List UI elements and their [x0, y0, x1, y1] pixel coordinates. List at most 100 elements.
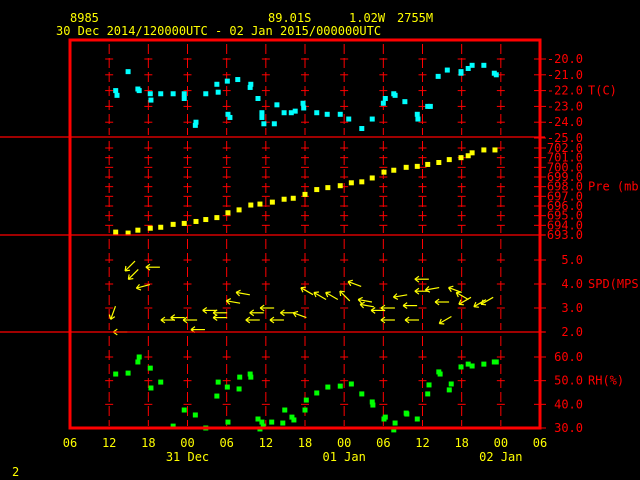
meteogram-chart: 8985 89.01S 1.02W 2755M 30 Dec 2014/1200… — [0, 11, 640, 479]
wind-arrow — [145, 263, 160, 271]
temperature-point — [414, 111, 420, 117]
temperature-point — [402, 99, 408, 105]
wind-arrow — [392, 293, 408, 300]
temperature-point — [324, 111, 330, 117]
temperature-point — [214, 81, 220, 87]
x-tick-label: 12 — [415, 436, 429, 450]
temperature-point — [469, 62, 475, 68]
temperature-point — [113, 88, 119, 94]
relative_humidity-point — [269, 419, 275, 425]
temperature-point — [392, 92, 398, 98]
temperature-point — [147, 91, 153, 97]
wind-arrow — [480, 296, 494, 306]
temperature-point — [274, 102, 280, 108]
relative_humidity-point — [359, 391, 365, 397]
x-tick-label: 06 — [63, 436, 77, 450]
wind-arrow — [300, 286, 314, 296]
wind-arrow — [380, 316, 395, 324]
relative_humidity-point — [280, 420, 286, 426]
relative_humidity-axis-label: RH(%) — [588, 374, 624, 388]
wind-arrow-head — [458, 303, 464, 306]
wind-arrow — [404, 316, 420, 324]
temperature-point — [259, 110, 265, 116]
wind-arrow-head — [235, 289, 241, 293]
temperature-point — [261, 121, 267, 127]
wind-arrow-head — [393, 296, 399, 300]
temperature-point — [181, 96, 187, 101]
y-tick-label: -22.0 — [547, 84, 583, 98]
relative_humidity-point — [192, 412, 198, 418]
y-tick-label: 5.0 — [561, 253, 583, 267]
relative_humidity-point — [248, 374, 254, 380]
temperature-point — [125, 69, 131, 75]
temperature-point — [380, 100, 386, 106]
wind-arrow-head — [128, 277, 134, 280]
temperature-point — [114, 92, 120, 98]
temperature-point — [224, 78, 230, 84]
relative_humidity-point — [348, 381, 354, 387]
wind-arrow-head — [456, 291, 462, 294]
relative_humidity-point — [425, 391, 431, 397]
wind-arrow-head — [347, 279, 354, 283]
temperature-point — [203, 91, 209, 97]
relative_humidity-point — [113, 371, 119, 377]
temperature-point — [359, 126, 365, 132]
pressure-point — [257, 201, 263, 207]
wind-axis-label: SPD(MPS) — [588, 277, 640, 291]
temperature-point — [369, 116, 375, 122]
temperature-point — [337, 111, 343, 117]
wind-arrow-head — [127, 274, 130, 280]
pressure-point — [492, 147, 498, 153]
wind-arrow — [212, 314, 228, 322]
wind-arrow-head — [124, 265, 127, 272]
relative_humidity-point — [493, 359, 499, 365]
wind-arrow — [127, 269, 139, 280]
wind-arrow — [182, 316, 198, 324]
wind-arrow-head — [448, 285, 454, 289]
temperature-point — [481, 62, 487, 68]
station-id: 8985 — [70, 11, 99, 25]
wind-arrow — [402, 302, 418, 310]
relative_humidity-point — [125, 370, 131, 376]
wind-arrow-head — [313, 291, 319, 294]
y-tick-label: 30.0 — [554, 421, 583, 435]
temperature-point — [292, 108, 298, 114]
temperature-point — [346, 116, 352, 122]
wind-arrow — [438, 315, 452, 325]
y-tick-label: -21.0 — [547, 68, 583, 82]
pressure-point — [403, 164, 409, 170]
relative_humidity-point — [446, 387, 452, 393]
relative_humidity-point — [392, 420, 398, 426]
relative_humidity-point — [458, 364, 464, 370]
relative_humidity-point — [236, 386, 242, 392]
date-label: 01 Jan — [322, 450, 365, 464]
pressure-point — [214, 215, 220, 221]
wind-arrow-head — [125, 269, 131, 272]
wind-arrow — [347, 279, 362, 287]
y-tick-label: -20.0 — [547, 52, 583, 66]
wind-arrow-head — [339, 290, 342, 297]
temperature-point — [314, 110, 320, 116]
temperature-axis-label: T(C) — [588, 84, 617, 98]
temperature-point — [248, 81, 254, 87]
page-number: 2 — [12, 465, 19, 479]
temperature-point — [444, 67, 450, 73]
wind-arrow-head — [293, 310, 299, 314]
pressure-point — [481, 147, 487, 153]
relative_humidity-point — [426, 382, 432, 388]
temperature-point — [235, 77, 241, 83]
pressure-point — [290, 195, 296, 201]
wind-arrow — [212, 309, 228, 317]
temperature-point — [382, 96, 388, 101]
y-tick-label: 40.0 — [554, 397, 583, 411]
wind-arrow — [414, 275, 429, 283]
relative_humidity-point — [135, 359, 141, 365]
temperature-point — [493, 72, 499, 78]
wind-arrow — [458, 296, 472, 306]
pressure-point — [469, 150, 475, 156]
wind-arrow-shaft — [124, 260, 136, 272]
temperature-point — [193, 119, 199, 125]
wind-arrow — [424, 286, 440, 293]
date-label: 31 Dec — [166, 450, 209, 464]
pressure-point — [225, 210, 231, 216]
